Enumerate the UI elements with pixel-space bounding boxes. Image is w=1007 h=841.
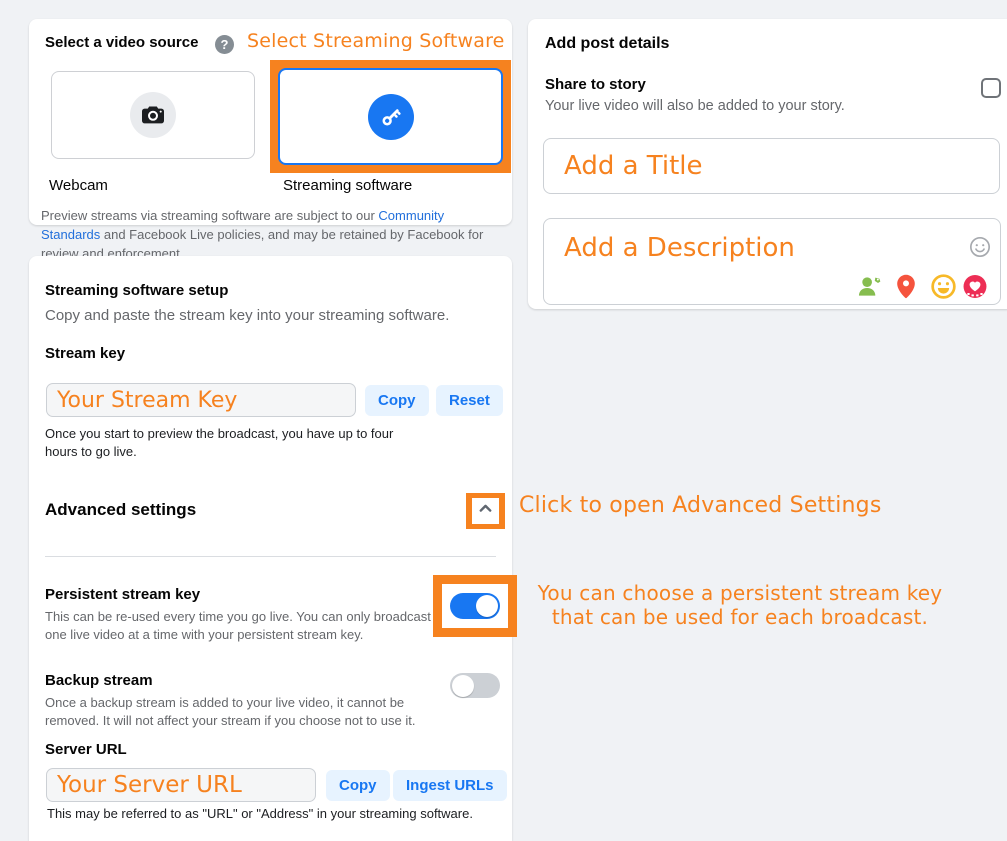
persistent-toggle-frame xyxy=(442,584,508,628)
copy-stream-key-button[interactable]: Copy xyxy=(365,385,429,416)
key-icon xyxy=(368,94,414,140)
video-source-title: Select a video source xyxy=(45,34,198,51)
post-details-card: Add post details Share to story Your liv… xyxy=(528,19,1007,309)
annotation-open-advanced: Click to open Advanced Settings xyxy=(519,493,882,518)
annotation-highlight-streaming-tile xyxy=(270,60,511,173)
stream-key-input[interactable] xyxy=(46,383,356,417)
tag-people-icon[interactable] xyxy=(857,274,882,299)
streaming-setup-card: Streaming software setup Copy and paste … xyxy=(29,256,512,841)
server-url-note: This may be referred to as "URL" or "Add… xyxy=(47,805,507,823)
post-description-box xyxy=(543,218,1001,305)
ingest-urls-button[interactable]: Ingest URLs xyxy=(393,770,507,801)
chevron-up-icon xyxy=(478,501,493,521)
backup-stream-label: Backup stream xyxy=(45,672,153,689)
annotation-persistent-line1: You can choose a persistent stream key xyxy=(514,581,966,605)
webcam-tile[interactable] xyxy=(51,71,255,159)
advanced-settings-collapse-button[interactable] xyxy=(472,498,499,524)
stream-key-note: Once you start to preview the broadcast,… xyxy=(45,425,420,460)
streaming-software-label: Streaming software xyxy=(283,177,412,194)
share-to-story-label: Share to story xyxy=(545,76,646,93)
fundraiser-icon[interactable] xyxy=(962,274,987,299)
facebook-live-producer-screen: Select a video source ? xyxy=(0,0,1007,841)
backup-stream-toggle[interactable] xyxy=(450,673,500,698)
annotation-persistent-key: You can choose a persistent stream key t… xyxy=(514,581,966,629)
share-to-story-checkbox[interactable] xyxy=(981,78,1001,98)
setup-subtitle: Copy and paste the stream key into your … xyxy=(45,307,449,324)
copy-server-url-button[interactable]: Copy xyxy=(326,770,390,801)
feeling-icon[interactable] xyxy=(931,274,956,299)
stream-key-label: Stream key xyxy=(45,345,125,362)
post-title-input[interactable] xyxy=(543,138,1000,194)
help-icon[interactable]: ? xyxy=(215,35,234,54)
toggle-knob xyxy=(476,595,498,617)
server-url-label: Server URL xyxy=(45,741,127,758)
camera-icon xyxy=(130,92,176,138)
backup-stream-description: Once a backup stream is added to your li… xyxy=(45,694,445,730)
post-details-title: Add post details xyxy=(545,35,669,53)
streaming-software-tile[interactable] xyxy=(278,68,503,165)
advanced-settings-label: Advanced settings xyxy=(45,500,196,520)
section-divider xyxy=(45,556,496,557)
annotation-persistent-line2: that can be used for each broadcast. xyxy=(514,605,966,629)
setup-title: Streaming software setup xyxy=(45,282,228,299)
post-description-input[interactable] xyxy=(544,219,1000,265)
toggle-knob xyxy=(452,675,474,697)
server-url-input[interactable] xyxy=(46,768,316,802)
emoji-outline-icon[interactable] xyxy=(969,236,991,258)
annotation-highlight-advanced-chevron xyxy=(466,493,505,529)
persistent-stream-key-toggle[interactable] xyxy=(450,593,500,619)
share-to-story-description: Your live video will also be added to yo… xyxy=(545,98,845,114)
webcam-label: Webcam xyxy=(49,177,108,194)
annotation-highlight-persistent-toggle xyxy=(433,575,517,637)
disclaimer-prefix: Preview streams via streaming software a… xyxy=(41,208,378,223)
reset-stream-key-button[interactable]: Reset xyxy=(436,385,503,416)
check-in-icon[interactable] xyxy=(896,274,921,299)
persistent-stream-key-description: This can be re-used every time you go li… xyxy=(45,608,439,644)
annotation-select-streaming: Select Streaming Software xyxy=(247,30,505,52)
persistent-stream-key-label: Persistent stream key xyxy=(45,586,200,603)
